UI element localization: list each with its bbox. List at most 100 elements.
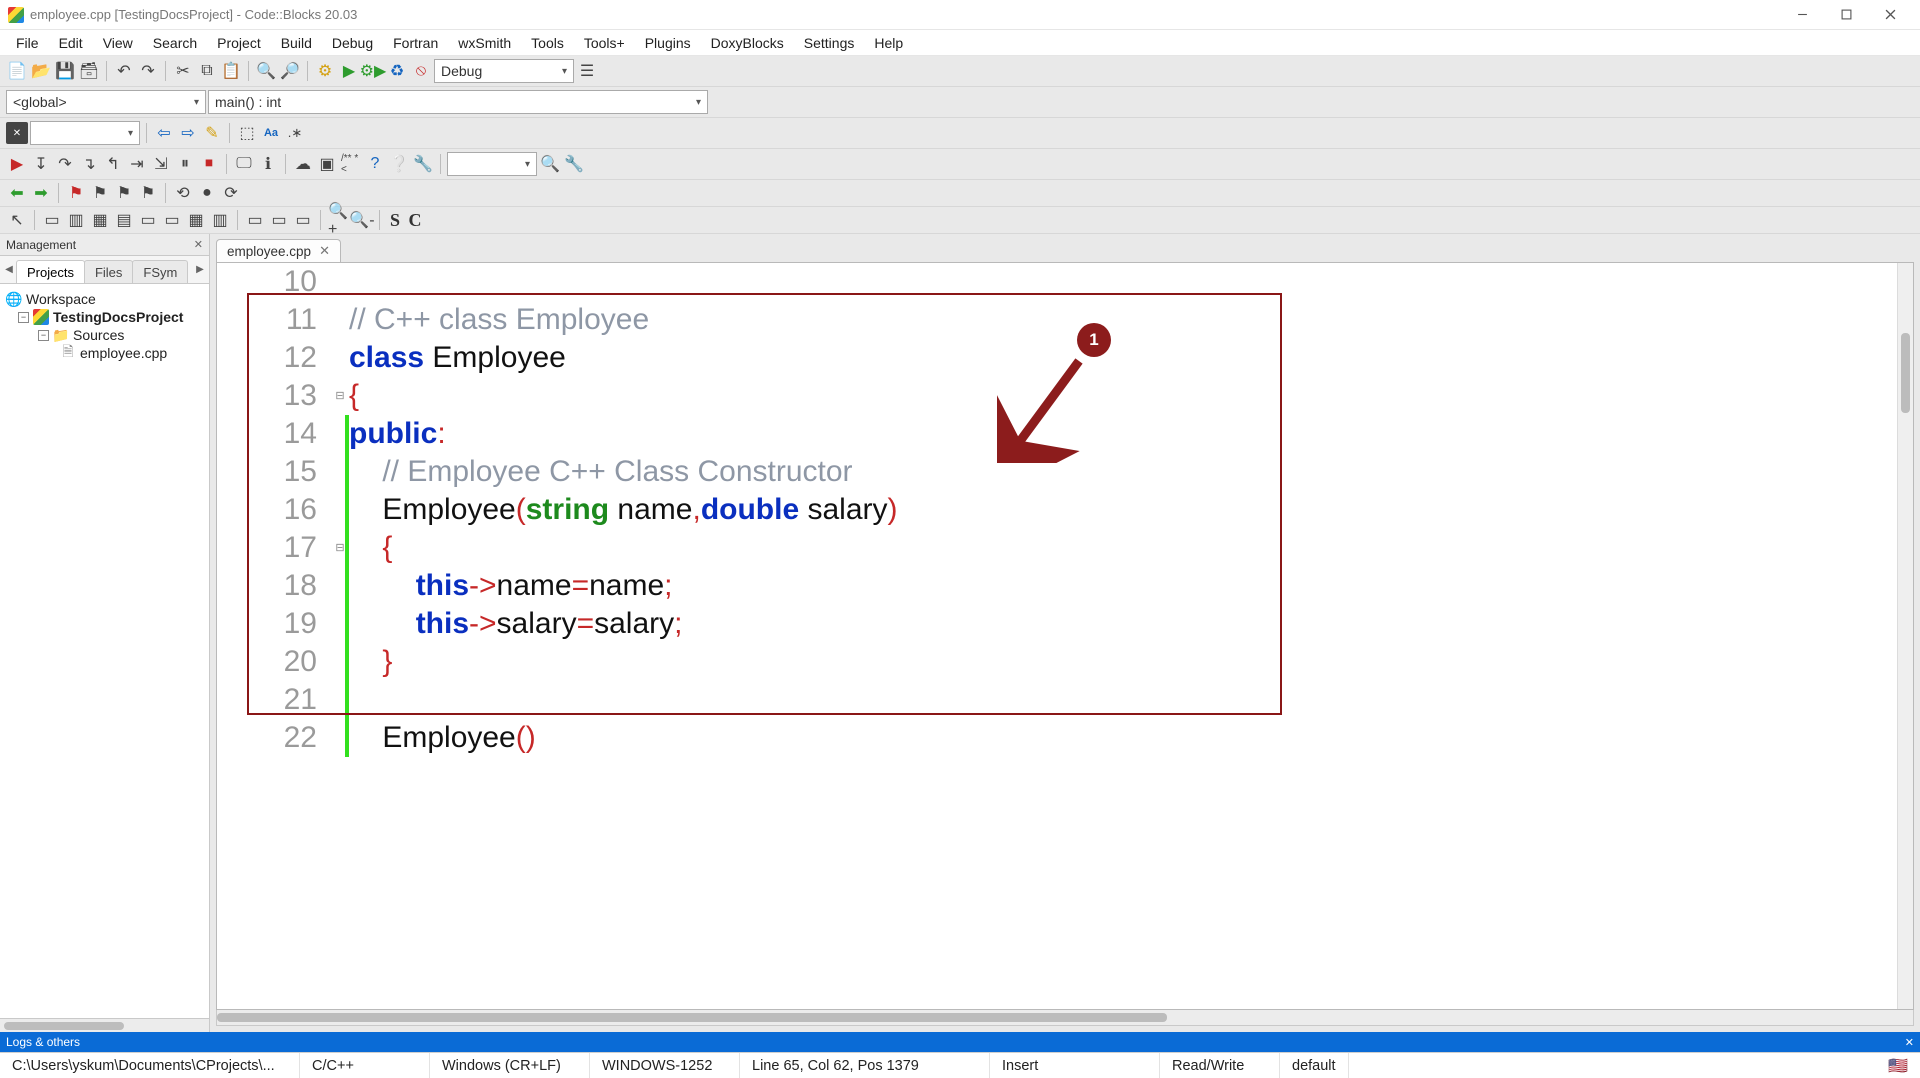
run-icon[interactable]: ▶ xyxy=(338,60,360,82)
menu-file[interactable]: File xyxy=(6,33,49,53)
management-tab-fsym[interactable]: FSym xyxy=(132,260,188,283)
menu-doxyblocks[interactable]: DoxyBlocks xyxy=(701,33,794,53)
match-case-icon[interactable]: Aa xyxy=(260,122,282,144)
logs-panel-header[interactable]: Logs & others ✕ xyxy=(0,1032,1920,1052)
tab-close-icon[interactable]: ✕ xyxy=(319,243,330,259)
close-button[interactable] xyxy=(1868,0,1912,30)
forward-icon[interactable]: ➡ xyxy=(30,182,52,204)
step-over-icon[interactable]: ↷ xyxy=(54,153,76,175)
management-tab-files[interactable]: Files xyxy=(84,260,133,283)
fold-marker[interactable]: ⊟ xyxy=(335,529,345,567)
code-line[interactable]: 16 Employee(string name,double salary) xyxy=(217,491,1913,529)
menu-plugins[interactable]: Plugins xyxy=(635,33,701,53)
build-icon[interactable]: ⚙ xyxy=(314,60,336,82)
clear-highlight-icon[interactable]: ✕ xyxy=(6,122,28,144)
breakpoint-icon[interactable]: ● xyxy=(196,182,218,204)
menu-tools[interactable]: Tools xyxy=(521,33,574,53)
menu-help[interactable]: Help xyxy=(864,33,913,53)
tree-file[interactable]: 🗎 employee.cpp xyxy=(4,344,205,362)
box-7-icon[interactable]: ▦ xyxy=(185,209,207,231)
run-to-cursor-icon[interactable]: ↧ xyxy=(30,153,52,175)
editor-tab[interactable]: employee.cpp ✕ xyxy=(216,239,341,262)
box-2-icon[interactable]: ▥ xyxy=(65,209,87,231)
box-6-icon[interactable]: ▭ xyxy=(161,209,183,231)
menu-settings[interactable]: Settings xyxy=(794,33,865,53)
debug-expr-combo[interactable]: ▾ xyxy=(447,152,537,176)
abort-icon[interactable]: ⦸ xyxy=(410,60,432,82)
fold-marker[interactable]: ⊟ xyxy=(335,377,345,415)
doxy-run-icon[interactable]: ☁ xyxy=(292,153,314,175)
menu-toolsplus[interactable]: Tools+ xyxy=(574,33,635,53)
code-line[interactable]: 19 this->salary=salary; xyxy=(217,605,1913,643)
minimize-button[interactable] xyxy=(1780,0,1824,30)
menu-project[interactable]: Project xyxy=(207,33,271,53)
tab-scroll-right-icon[interactable]: ▶ xyxy=(193,264,207,275)
rebuild-icon[interactable]: ♻ xyxy=(386,60,408,82)
maximize-button[interactable] xyxy=(1824,0,1868,30)
letter-s-icon[interactable]: S xyxy=(386,210,404,231)
next-icon[interactable]: ⇨ xyxy=(177,122,199,144)
copy-icon[interactable]: ⧉ xyxy=(196,60,218,82)
redo-icon[interactable]: ↷ xyxy=(137,60,159,82)
project-tree[interactable]: 🌐 Workspace − TestingDocsProject − 📁 Sou… xyxy=(0,284,209,1018)
target-settings-icon[interactable]: ☰ xyxy=(576,60,598,82)
management-close-icon[interactable]: ✕ xyxy=(194,238,203,251)
menu-edit[interactable]: Edit xyxy=(49,33,93,53)
zoom-icon[interactable]: 🔍 xyxy=(539,153,561,175)
doxy-settings-icon[interactable]: 🔧 xyxy=(412,153,434,175)
management-hscroll[interactable] xyxy=(0,1018,209,1032)
save-all-icon[interactable]: 🗃 xyxy=(78,60,100,82)
step-into-icon[interactable]: ↴ xyxy=(78,153,100,175)
bookmark-clear-icon[interactable]: ⚑ xyxy=(137,182,159,204)
menu-search[interactable]: Search xyxy=(143,33,207,53)
undo-icon[interactable]: ↶ xyxy=(113,60,135,82)
step-instr-icon[interactable]: ⇲ xyxy=(150,153,172,175)
regex-icon[interactable]: .∗ xyxy=(284,122,306,144)
box-8-icon[interactable]: ▥ xyxy=(209,209,231,231)
management-tab-projects[interactable]: Projects xyxy=(16,260,85,283)
bookmark-next-icon[interactable]: ⚑ xyxy=(113,182,135,204)
doxy-comment-icon[interactable]: /** *< xyxy=(340,153,362,175)
code-line[interactable]: 11// C++ class Employee xyxy=(217,301,1913,339)
debug-windows-icon[interactable]: 🖵 xyxy=(233,153,255,175)
letter-c-icon[interactable]: C xyxy=(406,210,424,231)
open-icon[interactable]: 📂 xyxy=(30,60,52,82)
cut-icon[interactable]: ✂ xyxy=(172,60,194,82)
menu-wxsmith[interactable]: wxSmith xyxy=(448,33,521,53)
next-instr-icon[interactable]: ⇥ xyxy=(126,153,148,175)
box-4-icon[interactable]: ▤ xyxy=(113,209,135,231)
break-icon[interactable]: ⏸ xyxy=(174,153,196,175)
box-5-icon[interactable]: ▭ xyxy=(137,209,159,231)
doxy-help-icon[interactable]: ? xyxy=(364,153,386,175)
collapse-icon[interactable]: − xyxy=(18,312,29,323)
code-line[interactable]: 10 xyxy=(217,263,1913,301)
box-1-icon[interactable]: ▭ xyxy=(41,209,63,231)
scope-combo[interactable]: <global>▾ xyxy=(6,90,206,114)
code-line[interactable]: 21 xyxy=(217,681,1913,719)
save-icon[interactable]: 💾 xyxy=(54,60,76,82)
tree-workspace[interactable]: 🌐 Workspace xyxy=(4,290,205,308)
code-line[interactable]: 22 Employee() xyxy=(217,719,1913,757)
jump-fwd-icon[interactable]: ⟳ xyxy=(220,182,242,204)
code-line[interactable]: 17⊟ { xyxy=(217,529,1913,567)
editor-vscroll[interactable] xyxy=(1897,263,1913,1009)
doxy-extract-icon[interactable]: ▣ xyxy=(316,153,338,175)
zoom-out-icon[interactable]: 🔍- xyxy=(351,209,373,231)
code-line[interactable]: 20 } xyxy=(217,643,1913,681)
find-replace-icon[interactable]: 🔎 xyxy=(279,60,301,82)
build-run-icon[interactable]: ⚙▶ xyxy=(362,60,384,82)
box-10-icon[interactable]: ▭ xyxy=(268,209,290,231)
editor-hscroll[interactable] xyxy=(216,1010,1914,1026)
select-icon[interactable]: ↖ xyxy=(6,209,28,231)
stop-debug-icon[interactable]: ⏹ xyxy=(198,153,220,175)
prev-icon[interactable]: ⇦ xyxy=(153,122,175,144)
new-file-icon[interactable]: 📄 xyxy=(6,60,28,82)
highlight-pen-icon[interactable]: ✎ xyxy=(201,122,223,144)
language-flag-icon[interactable]: 🇺🇸 xyxy=(1888,1056,1920,1076)
info-icon[interactable]: ℹ xyxy=(257,153,279,175)
menu-fortran[interactable]: Fortran xyxy=(383,33,448,53)
box-11-icon[interactable]: ▭ xyxy=(292,209,314,231)
code-line[interactable]: 18 this->name=name; xyxy=(217,567,1913,605)
code-editor[interactable]: 1011// C++ class Employee12class Employe… xyxy=(216,262,1914,1010)
box-9-icon[interactable]: ▭ xyxy=(244,209,266,231)
